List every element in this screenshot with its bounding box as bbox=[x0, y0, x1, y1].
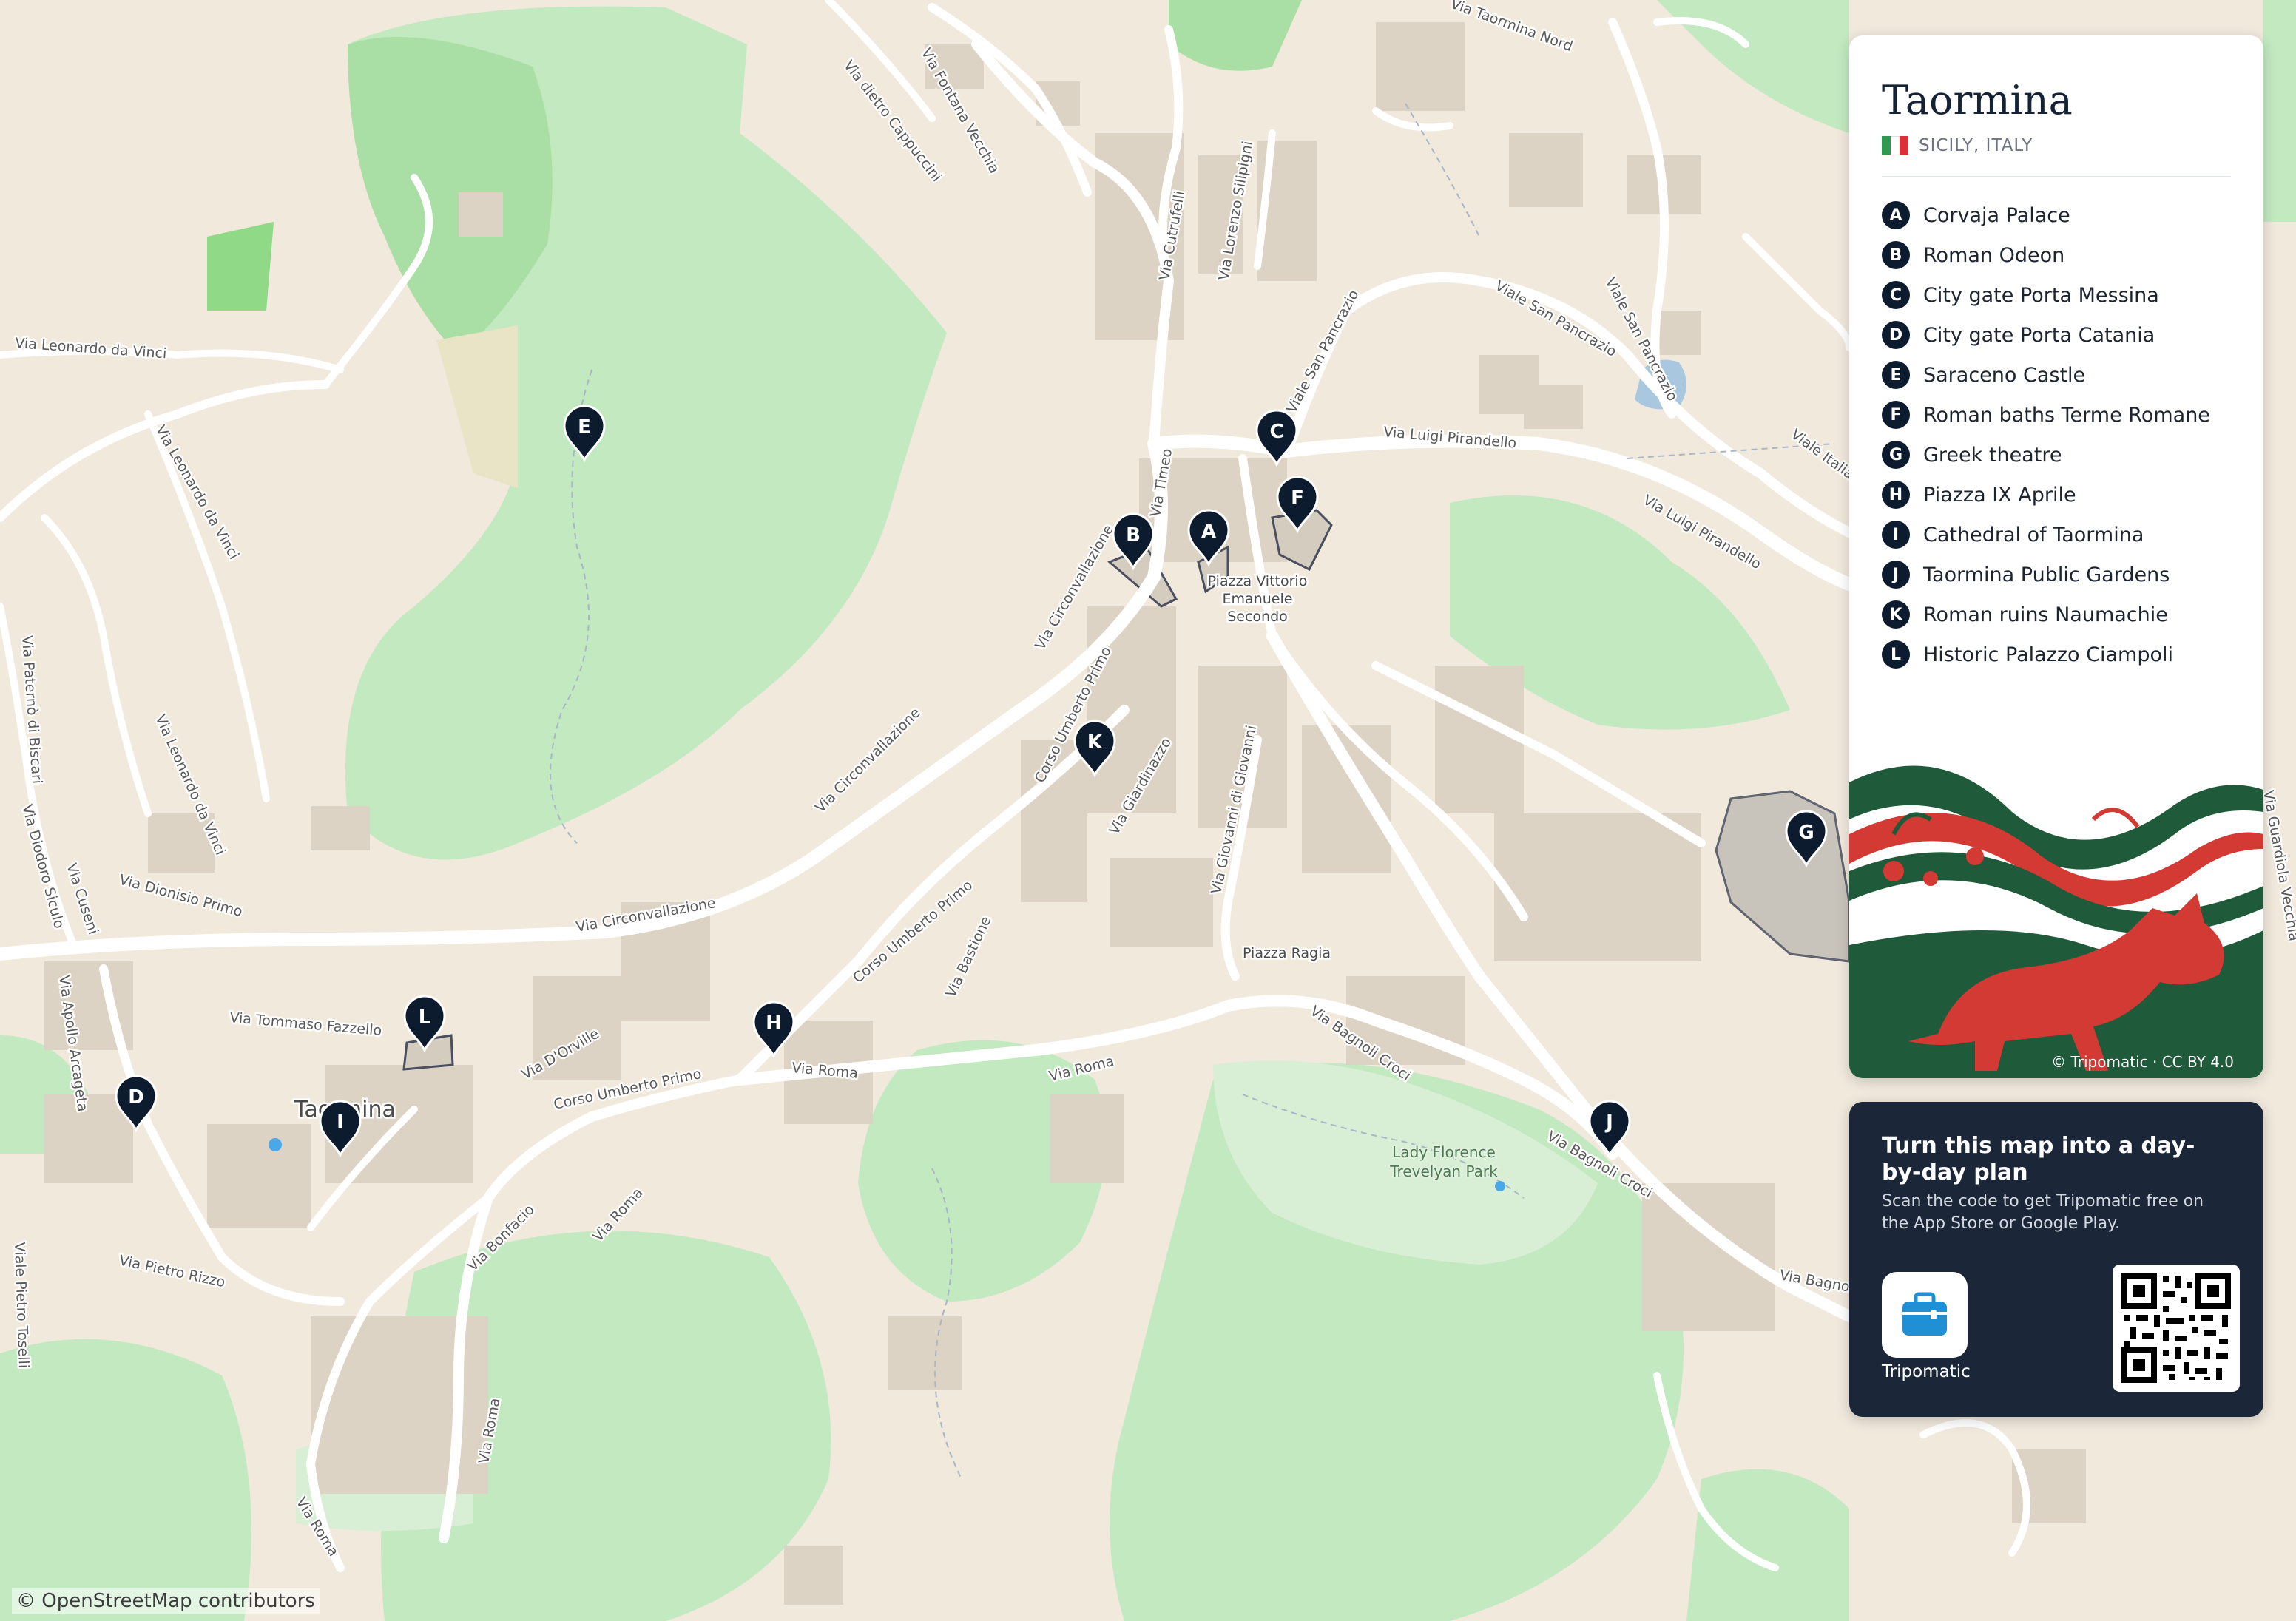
tripomatic-app-icon[interactable] bbox=[1882, 1272, 1968, 1358]
pin-letter: A bbox=[1201, 521, 1216, 543]
park-label: Lady Florence bbox=[1392, 1143, 1496, 1161]
poi-name: Taormina Public Gardens bbox=[1923, 563, 2170, 586]
poi-name: Historic Palazzo Ciampoli bbox=[1923, 643, 2173, 666]
poi-letter-badge: B bbox=[1882, 241, 1910, 269]
suitcase-icon bbox=[1902, 1292, 1947, 1336]
poi-item-i[interactable]: I Cathedral of Taormina bbox=[1882, 515, 2210, 555]
poi-letter-badge: E bbox=[1882, 361, 1910, 389]
legend-country: SICILY, ITALY bbox=[1919, 136, 2033, 155]
piazza-vittorio-label: Secondo bbox=[1227, 609, 1288, 625]
poi-name: Saraceno Castle bbox=[1923, 363, 2086, 387]
poi-letter-badge: F bbox=[1882, 401, 1910, 429]
poi-name: Cathedral of Taormina bbox=[1923, 523, 2144, 546]
poi-name: Corvaja Palace bbox=[1923, 203, 2070, 227]
italy-flag-icon bbox=[1882, 136, 1908, 155]
poi-item-e[interactable]: E Saraceno Castle bbox=[1882, 355, 2210, 395]
poi-name: Roman Odeon bbox=[1923, 243, 2065, 267]
park-label: Trevelyan Park bbox=[1389, 1163, 1498, 1180]
poi-item-h[interactable]: H Piazza IX Aprile bbox=[1882, 475, 2210, 515]
app-name: Tripomatic bbox=[1882, 1362, 1971, 1381]
promo-title: Turn this map into a day-by-day plan bbox=[1882, 1133, 2195, 1185]
illustration-credit: © Tripomatic · CC BY 4.0 bbox=[2051, 1053, 2234, 1071]
legend-panel: Taormina SICILY, ITALY A Corvaja Palace B… bbox=[1849, 35, 2263, 1078]
poi-letter-badge: L bbox=[1882, 640, 1910, 669]
piazza-vittorio-label: Piazza Vittorio bbox=[1208, 573, 1308, 589]
poi-letter-badge: J bbox=[1882, 561, 1910, 589]
legend-title: Taormina bbox=[1882, 77, 2073, 123]
pin-letter: D bbox=[128, 1086, 144, 1109]
pin-letter: F bbox=[1291, 487, 1304, 510]
poi-name: City gate Porta Catania bbox=[1923, 323, 2155, 347]
pin-letter: E bbox=[578, 416, 591, 439]
pin-letter: I bbox=[337, 1111, 344, 1134]
poi-name: Greek theatre bbox=[1923, 443, 2062, 467]
water-dot bbox=[269, 1138, 282, 1151]
poi-letter-badge: I bbox=[1882, 521, 1910, 549]
poi-letter-badge: A bbox=[1882, 201, 1910, 229]
poi-item-l[interactable]: L Historic Palazzo Ciampoli bbox=[1882, 634, 2210, 674]
poi-item-j[interactable]: J Taormina Public Gardens bbox=[1882, 555, 2210, 595]
poi-item-d[interactable]: D City gate Porta Catania bbox=[1882, 315, 2210, 355]
poi-name: Roman baths Terme Romane bbox=[1923, 403, 2210, 427]
pin-letter: B bbox=[1126, 524, 1141, 546]
poi-item-b[interactable]: B Roman Odeon bbox=[1882, 235, 2210, 275]
qr-code[interactable] bbox=[2113, 1265, 2240, 1392]
poi-letter-badge: C bbox=[1882, 281, 1910, 309]
decorative-illustration bbox=[1849, 723, 2263, 1078]
poi-name: City gate Porta Messina bbox=[1923, 283, 2159, 307]
legend-divider bbox=[1882, 176, 2231, 177]
poi-list: A Corvaja Palace B Roman Odeon C City gate … bbox=[1882, 195, 2210, 674]
poi-letter-badge: H bbox=[1882, 481, 1910, 509]
map-attribution: © OpenStreetMap contributors bbox=[12, 1588, 320, 1614]
poi-item-f[interactable]: F Roman baths Terme Romane bbox=[1882, 395, 2210, 435]
pin-letter: H bbox=[766, 1012, 782, 1035]
poi-letter-badge: K bbox=[1882, 600, 1910, 629]
pin-letter: G bbox=[1798, 822, 1814, 844]
poi-item-k[interactable]: K Roman ruins Naumachie bbox=[1882, 595, 2210, 634]
pin-letter: K bbox=[1087, 731, 1103, 754]
poi-letter-badge: G bbox=[1882, 441, 1910, 469]
poi-item-g[interactable]: G Greek theatre bbox=[1882, 435, 2210, 475]
qr-code-icon bbox=[2121, 1273, 2231, 1383]
piazza-ragia-label: Piazza Ragia bbox=[1243, 945, 1331, 961]
poi-letter-badge: D bbox=[1882, 321, 1910, 349]
poi-name: Piazza IX Aprile bbox=[1923, 483, 2076, 507]
poi-item-c[interactable]: C City gate Porta Messina bbox=[1882, 275, 2210, 315]
poi-item-a[interactable]: A Corvaja Palace bbox=[1882, 195, 2210, 235]
pin-letter: L bbox=[419, 1006, 431, 1029]
legend-subtitle: SICILY, ITALY bbox=[1882, 136, 2033, 155]
promo-card: Turn this map into a day-by-day plan Sca… bbox=[1849, 1102, 2263, 1417]
promo-body: Scan the code to get Tripomatic free on … bbox=[1882, 1192, 2204, 1233]
pin-letter: C bbox=[1269, 421, 1283, 443]
piazza-vittorio-label: Emanuele bbox=[1223, 591, 1293, 607]
water-dot bbox=[1495, 1181, 1505, 1191]
pin-letter: J bbox=[1604, 1111, 1613, 1134]
poi-name: Roman ruins Naumachie bbox=[1923, 603, 2168, 626]
